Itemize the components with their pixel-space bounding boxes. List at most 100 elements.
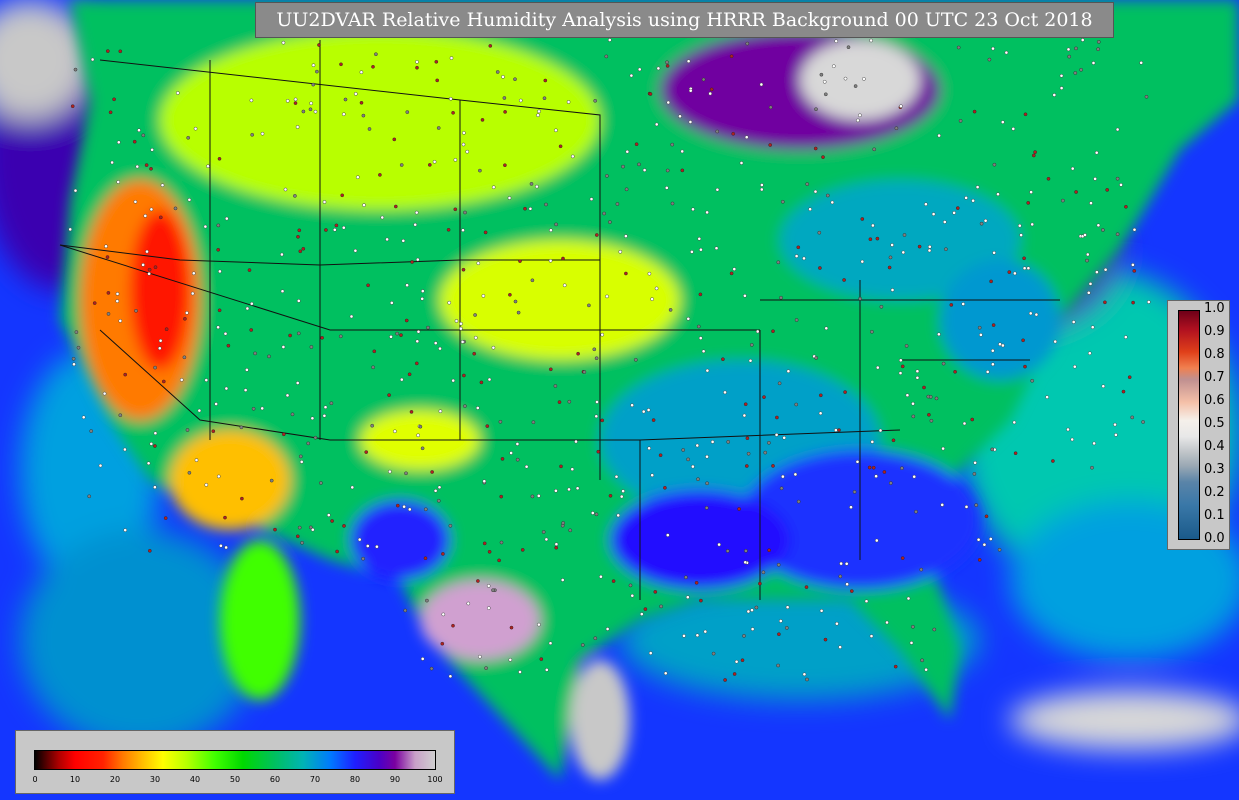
station-marker (503, 110, 507, 114)
station-marker (621, 489, 625, 493)
station-marker (611, 579, 616, 583)
station-marker (415, 60, 419, 64)
station-marker (575, 486, 580, 491)
station-marker (931, 212, 936, 216)
station-marker (164, 327, 169, 332)
station-marker (876, 365, 880, 370)
station-marker (147, 271, 151, 276)
station-marker (479, 380, 484, 385)
station-marker (900, 364, 905, 369)
station-marker (371, 65, 375, 69)
station-marker (290, 412, 295, 417)
station-marker (698, 336, 703, 340)
station-marker (760, 183, 764, 187)
station-marker (463, 210, 467, 215)
station-marker (436, 126, 441, 130)
station-marker (219, 544, 223, 548)
station-marker (295, 381, 300, 385)
station-marker (911, 414, 916, 419)
station-marker (1053, 339, 1057, 344)
station-marker (420, 289, 425, 293)
station-marker (805, 182, 810, 186)
station-marker (260, 131, 265, 136)
station-marker (163, 516, 168, 520)
station-marker (750, 608, 754, 612)
station-marker (973, 460, 977, 465)
station-marker (843, 76, 848, 81)
station-marker (554, 542, 559, 547)
station-marker (990, 447, 995, 452)
station-marker (531, 420, 536, 425)
station-marker (932, 627, 937, 632)
station-marker (72, 362, 76, 367)
station-marker (359, 70, 364, 74)
station-marker (340, 193, 345, 198)
station-marker (311, 82, 316, 87)
station-marker (518, 259, 522, 263)
station-marker (871, 465, 876, 470)
station-marker (313, 435, 318, 440)
station-marker (686, 316, 691, 321)
station-marker (885, 620, 889, 625)
station-marker (433, 341, 438, 345)
station-marker (461, 267, 466, 272)
station-marker (503, 163, 507, 167)
station-marker (587, 303, 591, 308)
station-marker (240, 496, 244, 501)
station-marker (414, 361, 419, 366)
station-marker (802, 256, 806, 261)
station-marker (1113, 422, 1117, 427)
station-marker (813, 189, 818, 194)
station-marker (387, 393, 391, 397)
station-marker (991, 46, 995, 51)
station-marker (530, 278, 535, 283)
station-marker (698, 292, 703, 297)
station-marker (245, 368, 249, 372)
station-marker (507, 196, 512, 200)
station-marker (704, 506, 709, 510)
station-marker (147, 267, 152, 272)
station-marker (309, 101, 313, 106)
station-marker (732, 672, 737, 676)
station-marker (992, 162, 997, 167)
station-marker (313, 109, 318, 114)
station-marker (646, 408, 651, 412)
station-marker (433, 488, 438, 493)
station-marker (484, 666, 488, 670)
station-marker (179, 378, 184, 382)
station-marker (413, 222, 418, 227)
station-marker (852, 490, 857, 494)
station-marker (688, 120, 693, 124)
station-marker (721, 357, 725, 362)
station-marker (367, 127, 372, 131)
station-marker (157, 346, 162, 351)
station-marker (407, 507, 412, 512)
station-marker (1090, 465, 1094, 470)
station-marker (308, 525, 313, 530)
station-marker (823, 637, 828, 642)
station-marker (694, 581, 699, 585)
station-marker (399, 163, 404, 167)
station-marker (934, 396, 939, 401)
ratio-tick: 0.8 (1204, 347, 1225, 362)
station-marker (448, 674, 453, 679)
station-marker (306, 441, 311, 446)
station-marker (979, 333, 983, 337)
station-marker (451, 111, 455, 115)
station-marker (323, 405, 328, 410)
station-marker (600, 418, 605, 423)
station-marker (106, 312, 111, 316)
station-marker (608, 493, 613, 498)
station-marker (243, 388, 248, 392)
station-marker (744, 549, 748, 553)
station-marker (898, 371, 903, 375)
station-marker (729, 271, 734, 276)
station-marker (117, 140, 121, 145)
station-marker (204, 378, 209, 382)
station-marker (530, 494, 535, 499)
station-marker (779, 295, 783, 300)
station-marker (629, 73, 634, 78)
station-marker (1086, 252, 1090, 257)
station-marker (901, 250, 906, 255)
station-marker (216, 325, 220, 330)
